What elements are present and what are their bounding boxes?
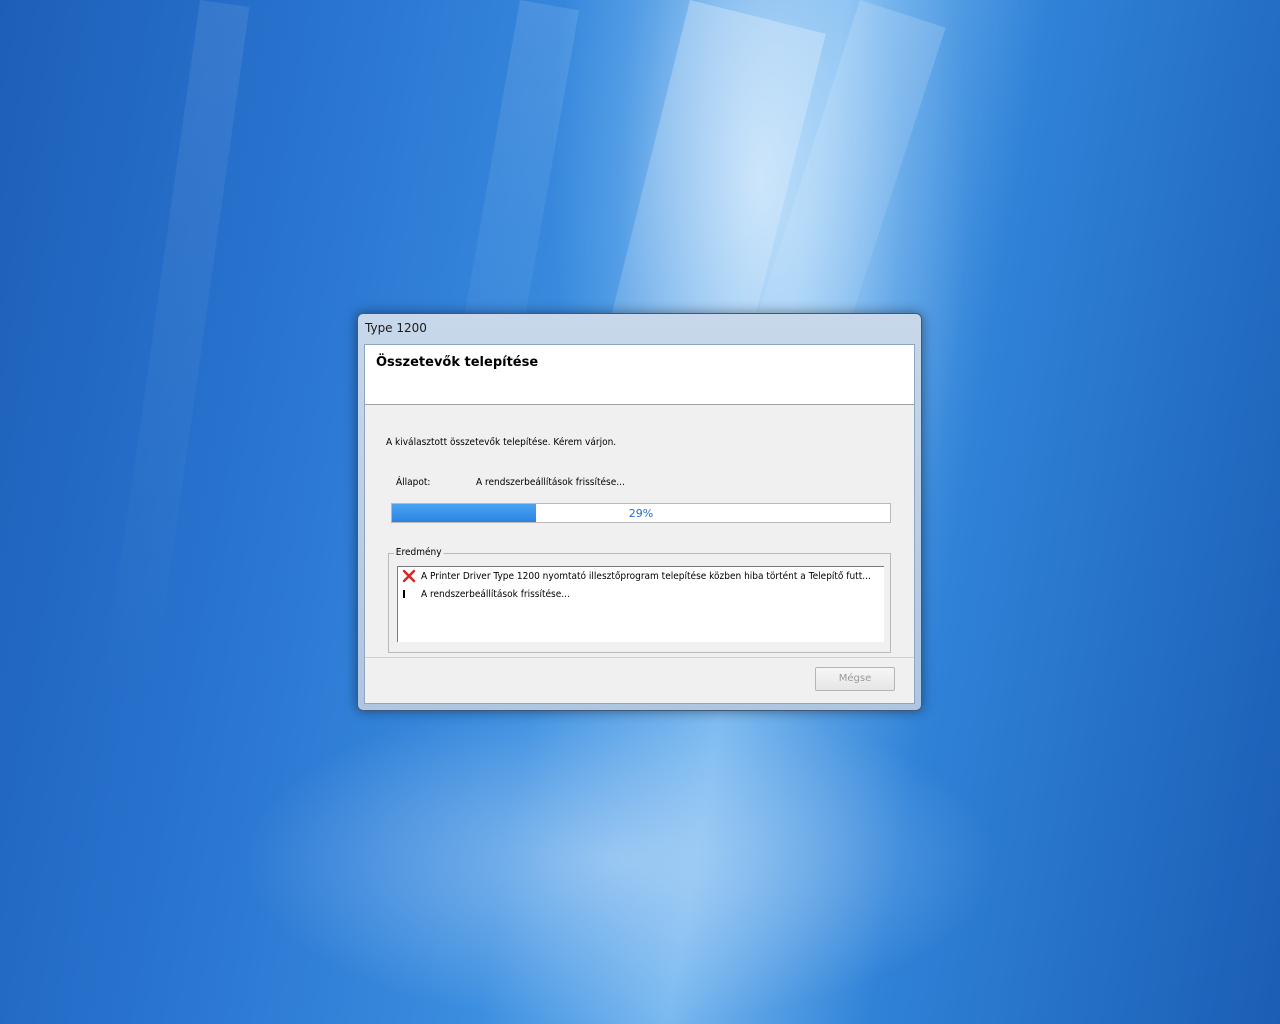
status-label: Állapot: <box>396 477 431 488</box>
dialog-client-area: Összetevők telepítése A kiválasztott öss… <box>364 344 915 704</box>
results-group-label: Eredmény <box>394 547 444 558</box>
result-item-text: A Printer Driver Type 1200 nyomtató ille… <box>421 570 872 582</box>
installer-window: Type 1200 Összetevők telepítése A kivála… <box>357 313 922 711</box>
light-streak <box>102 0 250 701</box>
button-separator <box>365 657 914 658</box>
progress-percent: 29% <box>628 507 654 520</box>
status-value: A rendszerbeállítások frissítése... <box>476 477 625 488</box>
instruction-text: A kiválasztott összetevők telepítése. Ké… <box>386 437 617 448</box>
result-item-text: A rendszerbeállítások frissítése... <box>421 588 571 600</box>
in-progress-bar-icon <box>402 587 416 601</box>
results-groupbox: Eredmény A Printer Driver Type 1200 nyom… <box>388 547 891 653</box>
results-list[interactable]: A Printer Driver Type 1200 nyomtató ille… <box>397 566 884 642</box>
cancel-button[interactable]: Mégse <box>815 667 895 691</box>
error-x-icon <box>402 569 416 583</box>
window-title: Type 1200 <box>365 321 427 335</box>
list-item[interactable]: A Printer Driver Type 1200 nyomtató ille… <box>402 569 921 585</box>
progress-bar: 29% <box>391 503 891 523</box>
header-panel: Összetevők telepítése <box>365 345 914 405</box>
page-title: Összetevők telepítése <box>376 355 539 370</box>
list-item[interactable]: A rendszerbeállítások frissítése... <box>402 587 587 603</box>
title-bar[interactable]: Type 1200 <box>358 314 921 344</box>
